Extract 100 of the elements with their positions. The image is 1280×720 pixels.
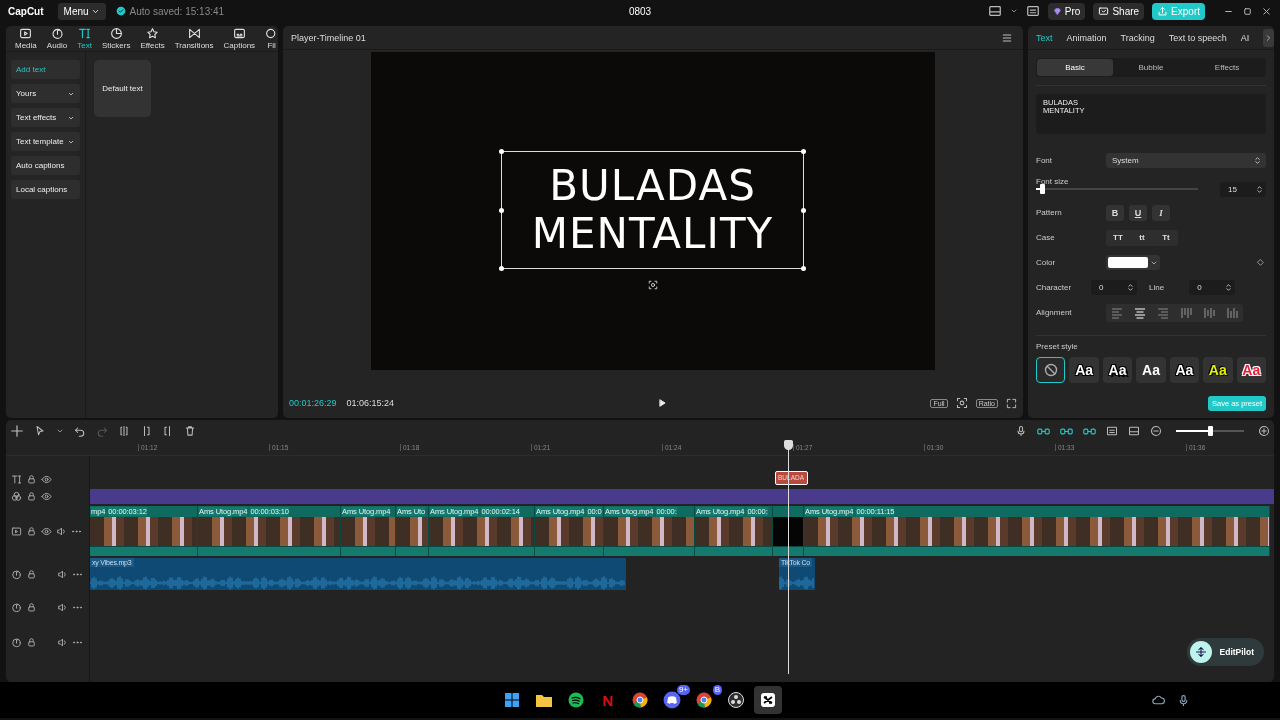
font-dropdown[interactable]: System: [1106, 153, 1266, 168]
subtab[interactable]: Bubble: [1113, 59, 1189, 76]
assistant-button[interactable]: EditPilot: [1186, 638, 1264, 666]
case-button[interactable]: TT: [1106, 229, 1130, 246]
tool-tab[interactable]: Media: [10, 27, 42, 50]
nav-item[interactable]: Yours: [11, 84, 80, 103]
nav-item[interactable]: Text template: [11, 132, 80, 151]
pattern-button[interactable]: B: [1106, 204, 1124, 221]
font-size-field[interactable]: 15: [1220, 181, 1266, 197]
waveform-drawing: [779, 576, 815, 590]
pro-button[interactable]: Pro: [1047, 2, 1086, 20]
speaker-icon[interactable]: [57, 602, 68, 613]
subtab[interactable]: Effects: [1189, 59, 1265, 76]
text-style-preset[interactable]: Aa: [1069, 357, 1099, 383]
nav-item[interactable]: Text effects: [11, 108, 80, 127]
speaker-icon[interactable]: [57, 568, 68, 580]
stepper-icon: [1255, 183, 1264, 195]
fullscreen-icon[interactable]: [1006, 397, 1017, 409]
text-preset-card[interactable]: Default text: [94, 60, 151, 117]
text-style-preset[interactable]: Aa: [1203, 357, 1233, 383]
tool-tab[interactable]: Effects: [135, 27, 170, 50]
lock-icon[interactable]: [26, 473, 37, 485]
text-style-preset[interactable]: Aa: [1136, 357, 1166, 383]
delete-icon[interactable]: [184, 425, 196, 437]
discord-icon: [663, 691, 681, 709]
cloud-icon[interactable]: [1152, 693, 1165, 707]
pattern-button[interactable]: U: [1129, 204, 1147, 221]
microphone-icon[interactable]: [1015, 425, 1027, 437]
inspector-tab[interactable]: AI: [1240, 32, 1250, 43]
taskbar-app[interactable]: N: [594, 686, 622, 714]
maximize-icon[interactable]: [1242, 5, 1253, 17]
slider-thumb[interactable]: [1208, 426, 1213, 436]
caret-icon[interactable]: [1009, 7, 1018, 15]
current-time: 00:01:26:29: [289, 398, 337, 408]
lock-icon[interactable]: [26, 637, 37, 648]
close-icon[interactable]: [1261, 5, 1272, 17]
focus-icon[interactable]: [955, 397, 968, 409]
play-button[interactable]: [657, 398, 668, 408]
speaker-icon[interactable]: [56, 525, 67, 537]
speaker-icon[interactable]: [57, 637, 68, 648]
panel-icon[interactable]: [1025, 4, 1040, 18]
field-label: Character: [1036, 283, 1073, 292]
lock-icon[interactable]: [26, 568, 37, 580]
lock-icon[interactable]: [26, 525, 37, 537]
no-style-preset[interactable]: [1036, 357, 1066, 383]
eye-icon[interactable]: [41, 491, 52, 502]
layout-icon[interactable]: [987, 4, 1002, 18]
undo-icon[interactable]: [74, 425, 86, 437]
text-track-icon: [11, 473, 22, 485]
video-clip[interactable]: [773, 506, 804, 556]
microphone-icon[interactable]: [1177, 693, 1190, 707]
inspector-tab[interactable]: Text: [1036, 32, 1053, 43]
zoom-out-icon[interactable]: [1150, 425, 1162, 437]
filters-icon: [265, 27, 278, 40]
text-icon: [78, 27, 92, 40]
keyframe-icon[interactable]: [1255, 257, 1266, 268]
tool-tab[interactable]: Transitions: [169, 27, 219, 50]
share-button[interactable]: Share: [1093, 2, 1145, 20]
pattern-button[interactable]: I: [1152, 204, 1170, 221]
tool-tab[interactable]: Text: [72, 27, 97, 50]
character-spacing-field[interactable]: 0: [1091, 280, 1137, 295]
menu-icon[interactable]: [1001, 31, 1013, 44]
text-style-preset[interactable]: Aa: [1169, 357, 1200, 383]
menu-button[interactable]: Menu: [57, 2, 106, 20]
scroll-right-button[interactable]: [1263, 28, 1274, 47]
line-spacing-field[interactable]: 0: [1189, 280, 1236, 295]
text-style-preset[interactable]: Aa: [1102, 357, 1133, 383]
stepper-icon: [1224, 282, 1234, 293]
inspector-tab[interactable]: Animation: [1066, 32, 1107, 43]
rotate-handle-icon[interactable]: [648, 280, 658, 290]
subtab[interactable]: Basic: [1037, 59, 1113, 76]
lock-icon[interactable]: [26, 491, 37, 502]
zoom-in-icon[interactable]: [1258, 425, 1270, 437]
caret-icon[interactable]: [56, 427, 64, 435]
add-icon[interactable]: [10, 424, 24, 438]
field-label: Font: [1036, 156, 1053, 165]
lock-icon[interactable]: [26, 602, 37, 613]
taskbar-app[interactable]: [754, 686, 782, 714]
case-button[interactable]: Tt: [1154, 229, 1178, 246]
section-label: Preset style: [1036, 342, 1079, 351]
slider-thumb[interactable]: [1040, 184, 1046, 194]
color-picker[interactable]: [1106, 255, 1160, 270]
stickers-icon: [109, 27, 123, 40]
tool-tab[interactable]: Audio: [41, 27, 73, 50]
nav-item[interactable]: Auto captions: [11, 156, 80, 175]
text-selection-box[interactable]: BULADAS MENTALITY: [501, 151, 804, 269]
tool-tab[interactable]: Stickers: [96, 27, 136, 50]
tool-tab[interactable]: Captions: [218, 27, 261, 50]
nav-item[interactable]: Local captions: [11, 180, 80, 199]
split-icon[interactable]: [118, 425, 130, 437]
eye-icon[interactable]: [41, 473, 52, 485]
audio-track-icon: [11, 602, 22, 613]
tool-tab[interactable]: Fil: [260, 27, 278, 50]
nav-item[interactable]: Add text: [11, 60, 80, 79]
eye-icon[interactable]: [41, 525, 52, 537]
inspector-tab[interactable]: Tracking: [1120, 32, 1155, 43]
inspector-tab[interactable]: Text to speech: [1168, 32, 1227, 43]
cursor-icon[interactable]: [34, 425, 46, 437]
case-button[interactable]: tt: [1130, 229, 1154, 246]
effect-clip[interactable]: [90, 489, 1274, 504]
